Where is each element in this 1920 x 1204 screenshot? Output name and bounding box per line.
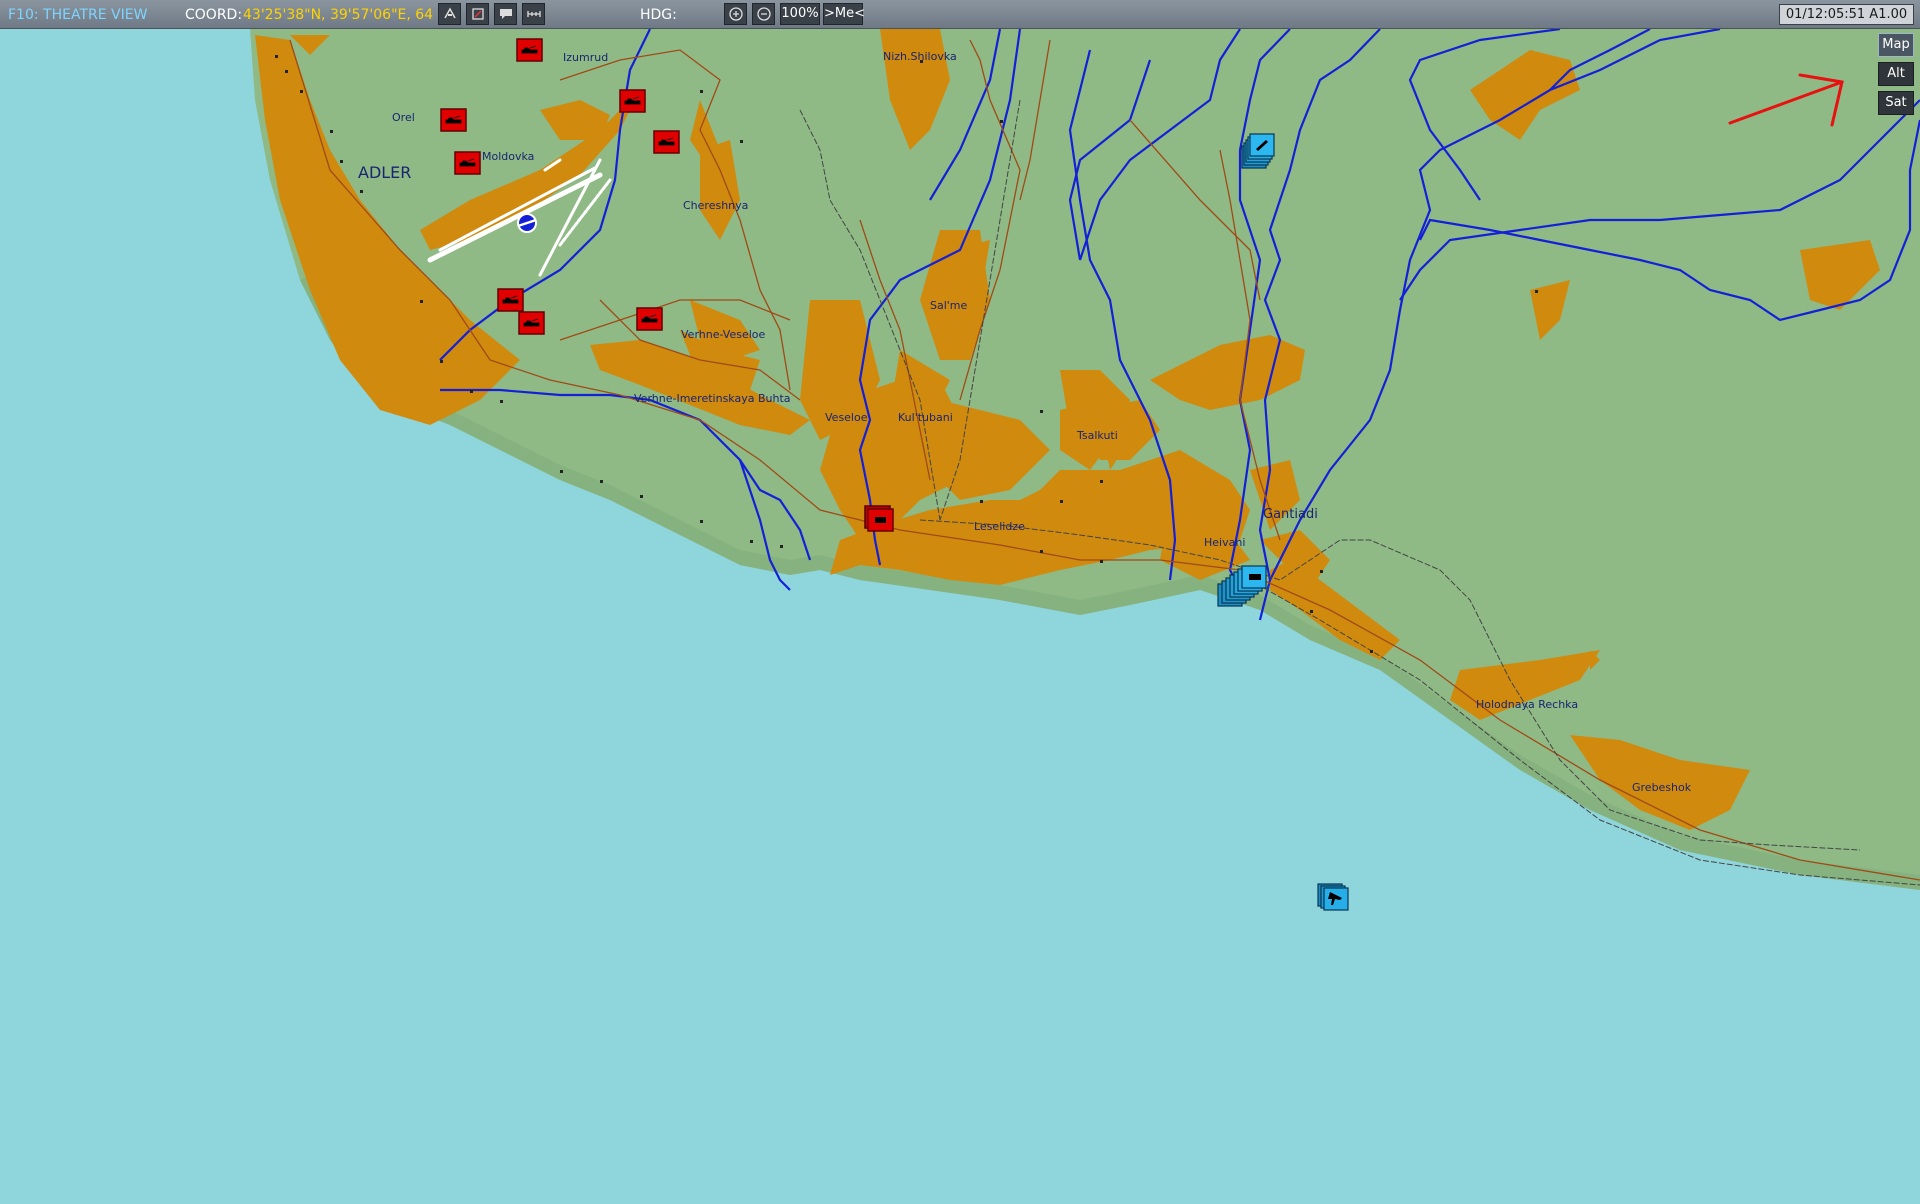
vehicle-icon [1249, 574, 1261, 580]
map-layer-button[interactable]: Map [1878, 33, 1914, 57]
town-orel: Orel [392, 111, 415, 124]
blue-aircraft-group[interactable] [1317, 883, 1349, 911]
town-izumrud: Izumrud [563, 51, 608, 64]
toggle-units-button[interactable] [466, 3, 489, 25]
sat-layer-button[interactable]: Sat [1878, 91, 1914, 115]
mission-clock: 01/12:05:51 A1.00 [1779, 4, 1914, 25]
ruler-button[interactable] [522, 3, 545, 25]
town-verhne-veseloe: Verhne-Veseloe [681, 328, 766, 341]
red-unit-armor[interactable] [497, 288, 524, 312]
center-on-me-button[interactable]: >Me< [823, 3, 865, 25]
red-unit-armor[interactable] [454, 151, 481, 175]
town-chereshnya: Chereshnya [683, 199, 748, 212]
town-holodnaya-rechka: Holodnaya Rechka [1476, 698, 1578, 711]
vehicle-icon [875, 517, 886, 523]
top-toolbar: F10: THEATRE VIEW COORD: 43'25'38"N, 39'… [0, 0, 1920, 29]
coord-label: COORD: [185, 7, 243, 23]
zoom-out-button[interactable] [752, 3, 775, 25]
town-salme: Sal'me [930, 299, 968, 312]
airfield-icon [517, 213, 537, 233]
zoom-level: 100% [780, 3, 820, 25]
town-tsalkuti: Tsalkuti [1076, 429, 1118, 442]
town-kultubani: Kul'tubani [898, 411, 953, 424]
town-nizh-shilovka: Nizh.Shilovka [883, 50, 957, 63]
red-unit-armor[interactable] [619, 89, 646, 113]
town-verhne-imeretinskaya-buhta: Verhne-Imeretinskaya Buhta [634, 392, 791, 405]
red-unit-armor[interactable] [653, 130, 680, 154]
red-unit-armor[interactable] [516, 38, 543, 62]
units-icon [471, 8, 484, 20]
alt-layer-button[interactable]: Alt [1878, 62, 1914, 86]
zoom-in-button[interactable] [724, 3, 747, 25]
ruler-icon [526, 11, 541, 17]
town-moldovka: Moldovka [482, 150, 534, 163]
heading-label: HDG: [640, 7, 677, 23]
labels-icon [443, 7, 456, 19]
speech-bubble-icon [499, 9, 512, 19]
zoom-in-icon [728, 7, 743, 21]
red-unit-armor[interactable] [440, 108, 467, 132]
red-unit-group[interactable] [864, 505, 894, 532]
view-title: F10: THEATRE VIEW [8, 7, 148, 23]
town-grebeshok: Grebeshok [1632, 781, 1692, 794]
map-canvas[interactable]: Izumrud Nizh.Shilovka Orel Moldovka ADLE… [0, 27, 1920, 1200]
town-heivani: Heivani [1204, 536, 1245, 549]
zoom-out-icon [756, 7, 771, 21]
town-gantiadi: Gantiadi [1263, 507, 1318, 522]
toggle-labels-button[interactable] [438, 3, 461, 25]
comments-button[interactable] [494, 3, 517, 25]
coord-readout: 43'25'38"N, 39'57'06"E, 64 [243, 7, 434, 23]
red-unit-armor[interactable] [636, 307, 663, 331]
town-leselidze: Leselidze [974, 520, 1025, 533]
theatre-map[interactable]: Izumrud Nizh.Shilovka Orel Moldovka ADLE… [0, 27, 1920, 1200]
town-veseloe: Veseloe [825, 411, 868, 424]
town-adler: ADLER [358, 163, 411, 182]
red-unit-armor[interactable] [518, 311, 545, 335]
